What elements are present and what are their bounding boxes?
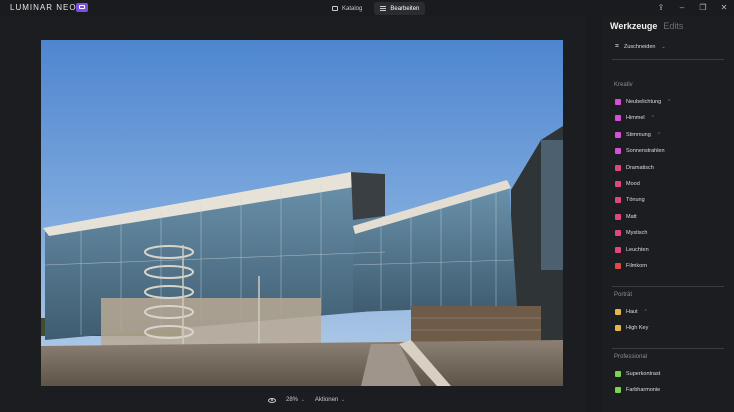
tool-label: Haut — [626, 309, 638, 315]
mood-icon — [615, 181, 621, 187]
photo-preview[interactable] — [41, 40, 563, 386]
section-title: Kreativ — [614, 82, 633, 88]
folder-icon — [332, 6, 338, 11]
center-tabs: Katalog Bearbeiten — [326, 2, 426, 15]
chevron-up-icon: ⌃ — [643, 309, 648, 315]
sliders-icon — [380, 6, 387, 11]
tool-label: Superkontrast — [626, 371, 661, 377]
chevron-down-icon: ⌄ — [300, 397, 305, 403]
tool-label: Filmkorn — [626, 263, 648, 269]
divider — [612, 59, 724, 60]
tool-item[interactable]: Leuchten — [615, 246, 649, 254]
tool-item[interactable]: Mystisch — [615, 229, 647, 237]
actions-dropdown[interactable]: Aktionen ⌄ — [315, 397, 345, 403]
tool-item[interactable]: Tönung — [615, 196, 645, 204]
tool-item[interactable]: Filmkorn — [615, 262, 647, 270]
bottom-toolbar: 28% ⌄ Aktionen ⌄ — [268, 397, 345, 403]
tool-label: Mystisch — [626, 230, 648, 237]
sky-icon — [615, 115, 621, 122]
tab-katalog-label: Katalog — [342, 5, 363, 12]
atmosphere-icon — [615, 131, 621, 138]
building-photo — [41, 40, 563, 386]
minimize-icon[interactable]: – — [678, 3, 686, 12]
zoom-value: 28% — [286, 397, 299, 403]
matte-icon — [615, 213, 621, 220]
section-title: Porträt — [614, 292, 633, 298]
toning-icon — [615, 197, 621, 204]
tools-panel: Werkzeuge Edits ⌗ Zuschneiden ⌄ Kreativ N… — [602, 16, 734, 412]
share-icon[interactable]: ⇪ — [657, 3, 665, 12]
divider — [612, 348, 724, 349]
divider — [612, 286, 724, 287]
tool-label: Matt — [626, 213, 637, 220]
grain-icon — [615, 263, 621, 269]
app-logo: LUMINAR NEO — [10, 3, 77, 12]
tool-label: Neubelichtung — [626, 99, 662, 105]
restore-icon[interactable]: ❐ — [699, 3, 707, 12]
tab-katalog[interactable]: Katalog — [326, 2, 368, 15]
tool-item[interactable]: Farbharmonie — [615, 386, 660, 394]
tool-item[interactable]: Mood — [615, 180, 640, 188]
tab-bearbeiten[interactable]: Bearbeiten — [374, 2, 426, 15]
chevron-up-icon: ⌃ — [656, 131, 661, 138]
zoom-dropdown[interactable]: 28% ⌄ — [286, 397, 305, 403]
crop-icon: ⌗ — [615, 43, 619, 50]
tool-label: Dramatisch — [626, 164, 654, 171]
app-badge-icon[interactable] — [76, 3, 88, 12]
skin-icon — [615, 309, 621, 315]
tool-item[interactable]: Neubelichtung ⌃ — [615, 98, 671, 106]
dramatic-icon — [615, 164, 621, 171]
tool-label: High Key — [626, 325, 649, 332]
tab-bearbeiten-label: Bearbeiten — [390, 5, 420, 12]
tab-edits[interactable]: Edits — [663, 21, 683, 31]
tool-label: Mood — [626, 181, 640, 187]
crop-tool[interactable]: ⌗ Zuschneiden ⌄ — [615, 43, 666, 51]
tool-item[interactable]: Matt — [615, 213, 637, 221]
chevron-up-icon: ⌃ — [667, 99, 672, 105]
tool-item[interactable]: Dramatisch — [615, 164, 654, 172]
tool-label: Tönung — [626, 197, 645, 204]
tool-item[interactable]: Superkontrast — [615, 370, 660, 378]
tool-item[interactable]: Haut ⌃ — [615, 308, 648, 316]
tool-label: Sonnenstrahlen — [626, 148, 665, 155]
tool-label: Himmel — [626, 115, 645, 122]
section-title: Professional — [614, 354, 648, 360]
highkey-icon — [615, 325, 621, 332]
relight-icon — [615, 99, 621, 105]
tool-label: Leuchten — [626, 246, 649, 253]
actions-label: Aktionen — [314, 397, 339, 403]
title-bar: LUMINAR NEO Katalog Bearbeiten ⇪ – ❐ ✕ — [0, 0, 734, 16]
tool-item[interactable]: Sonnenstrahlen — [615, 147, 665, 155]
tab-werkzeuge[interactable]: Werkzeuge — [610, 21, 657, 31]
chevron-down-icon: ⌄ — [661, 44, 666, 50]
tool-item[interactable]: Stimmung ⌃ — [615, 131, 661, 139]
tool-label: Stimmung — [626, 131, 651, 138]
sunrays-icon — [615, 148, 621, 155]
tool-item[interactable]: Himmel ⌃ — [615, 114, 655, 122]
color-harmony-icon — [615, 387, 621, 394]
mystical-icon — [615, 230, 621, 237]
supercontrast-icon — [615, 371, 621, 377]
panel-tabs: Werkzeuge Edits — [610, 21, 683, 31]
tool-item[interactable]: High Key — [615, 324, 648, 332]
close-icon[interactable]: ✕ — [720, 3, 728, 12]
crop-label: Zuschneiden — [623, 44, 656, 50]
window-controls: ⇪ – ❐ ✕ — [657, 3, 728, 12]
eye-icon[interactable] — [268, 397, 276, 403]
chevron-up-icon: ⌃ — [650, 115, 655, 122]
glow-icon — [615, 246, 621, 253]
chevron-down-icon: ⌄ — [340, 397, 346, 403]
tool-label: Farbharmonie — [626, 387, 661, 394]
